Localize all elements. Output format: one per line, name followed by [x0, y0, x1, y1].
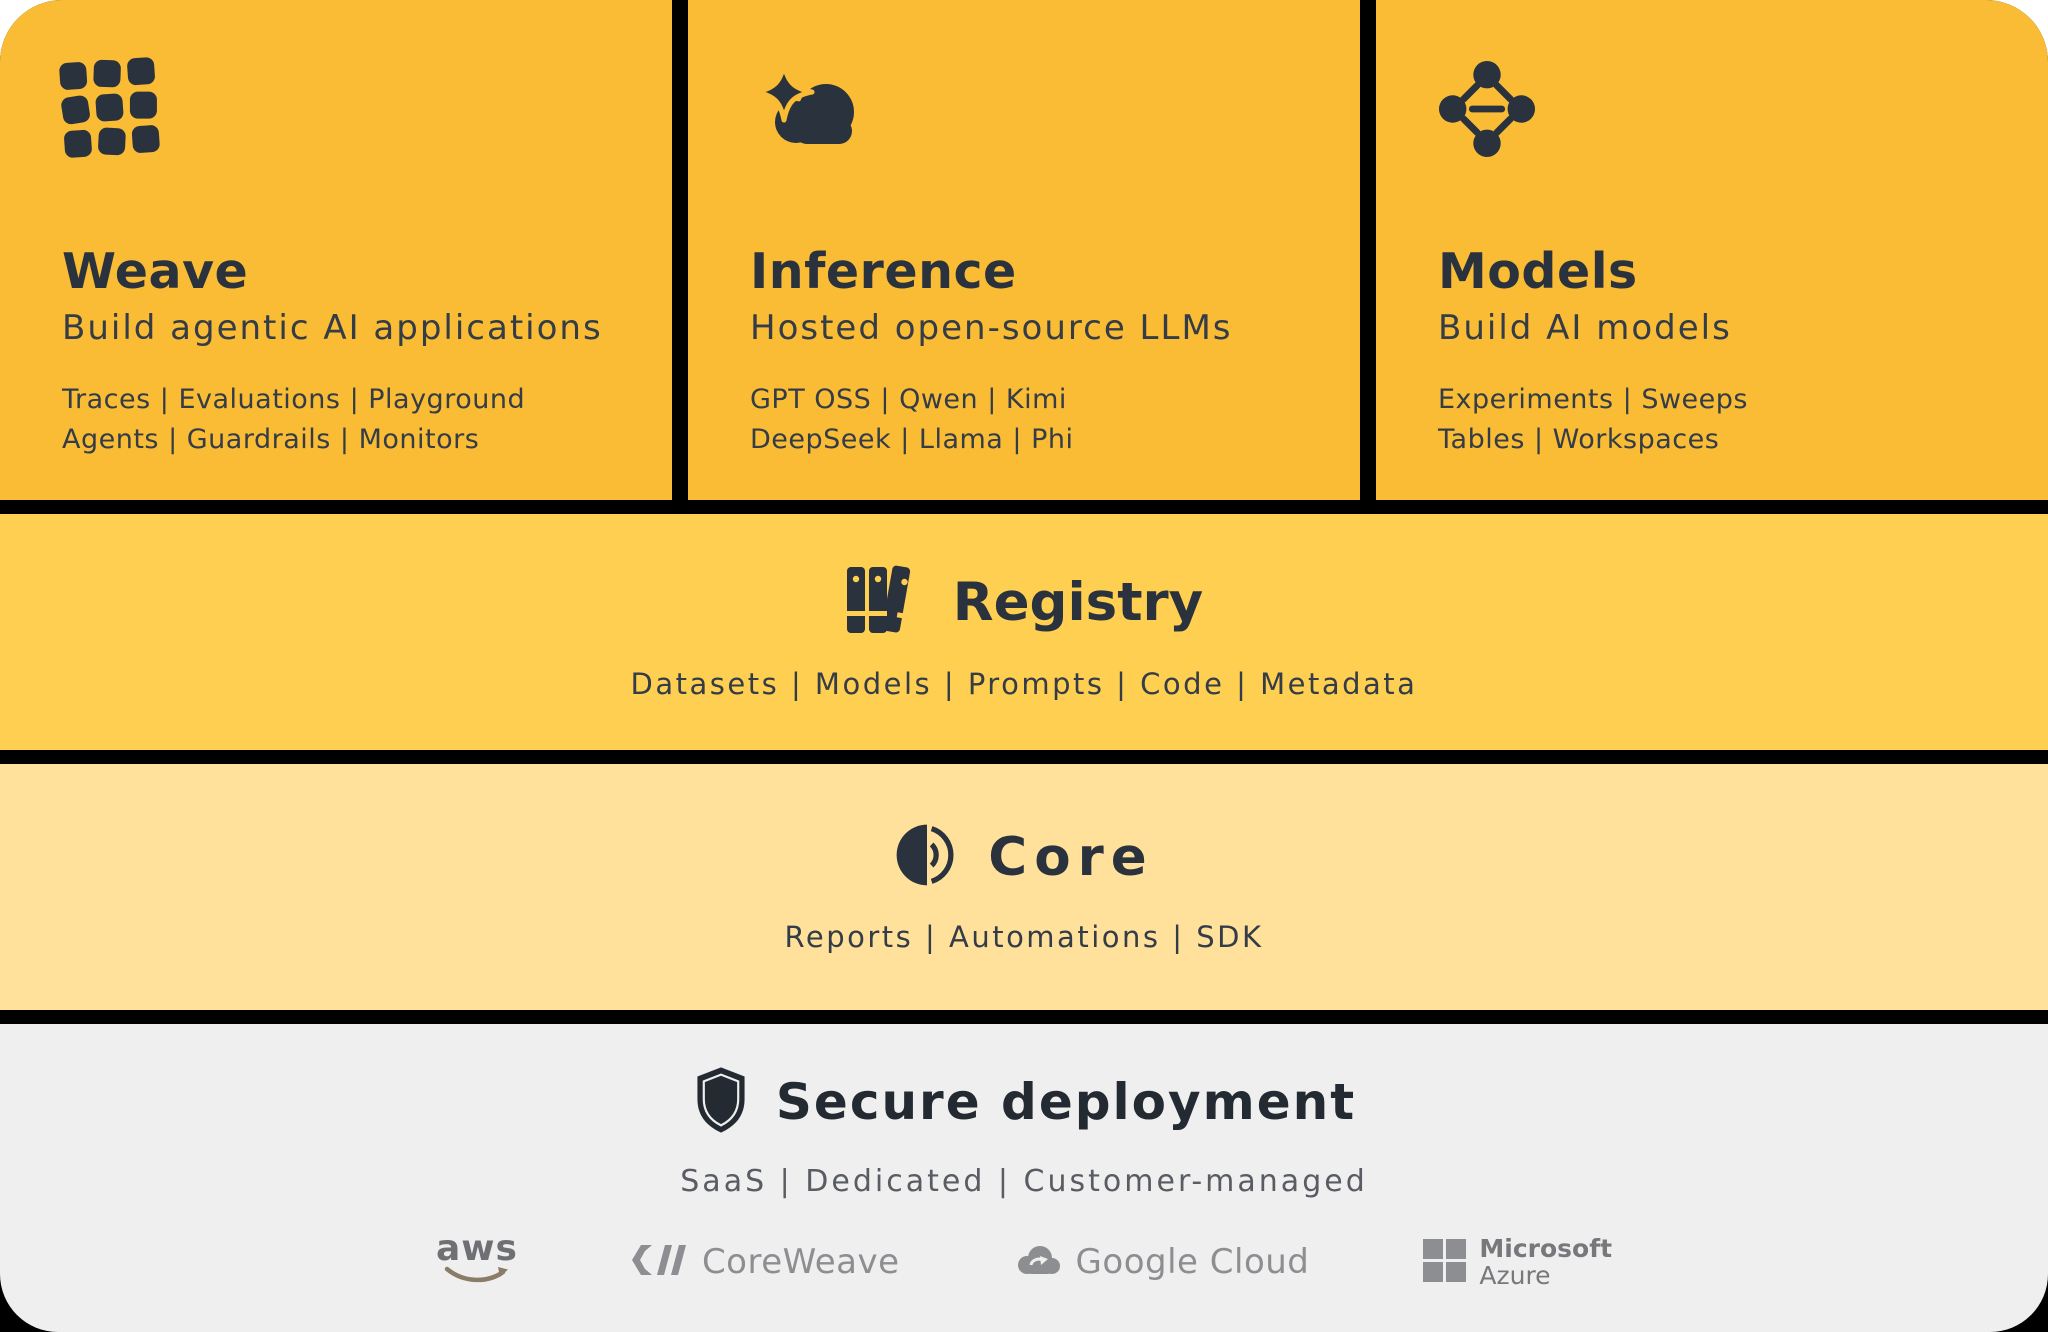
microsoft-squares-icon — [1421, 1237, 1467, 1287]
card-models: Models Build AI models Experiments | Swe… — [1376, 0, 2048, 500]
card-subtitle: Hosted open-source LLMs — [750, 308, 1320, 348]
card-inference: Inference Hosted open-source LLMs GPT OS… — [688, 0, 1360, 500]
feature-line: Experiments | Sweeps — [1438, 380, 2008, 420]
card-title: Models — [1438, 244, 2008, 300]
coreweave-logo-text: CoreWeave — [702, 1242, 900, 1282]
half-circle-arcs-icon — [894, 820, 960, 894]
products-row: Weave Build agentic AI applications Trac… — [0, 0, 2048, 500]
card-subtitle: Build AI models — [1438, 308, 2008, 348]
secure-header: Secure deployment — [692, 1064, 1356, 1140]
core-band: Core Reports | Automations | SDK — [0, 764, 2048, 1010]
card-title: Weave — [62, 244, 632, 300]
sparkle-cloud-icon — [750, 60, 1320, 158]
core-header: Core — [894, 820, 1153, 894]
secure-deployment-section: Secure deployment SaaS | Dedicated | Cus… — [0, 1024, 2048, 1332]
feature-line: Traces | Evaluations | Playground — [62, 380, 632, 420]
microsoft-azure-logo: Microsoft Azure — [1421, 1235, 1612, 1290]
secure-items: SaaS | Dedicated | Customer-managed — [680, 1164, 1367, 1199]
secure-title: Secure deployment — [776, 1073, 1356, 1131]
feature-line: Agents | Guardrails | Monitors — [62, 420, 632, 460]
google-cloud-logo-text: Google Cloud — [1076, 1242, 1310, 1282]
card-subtitle: Build agentic AI applications — [62, 308, 632, 348]
microsoft-label: Microsoft — [1479, 1235, 1612, 1263]
feature-line: Tables | Workspaces — [1438, 420, 2008, 460]
registry-band: Registry Datasets | Models | Prompts | C… — [0, 514, 2048, 750]
card-feature-list: Experiments | Sweeps Tables | Workspaces — [1438, 380, 2008, 460]
cloud-provider-logos: aws — [436, 1233, 1612, 1291]
registry-header: Registry — [845, 563, 1203, 641]
network-diamond-icon — [1438, 60, 2008, 158]
card-feature-list: GPT OSS | Qwen | Kimi DeepSeek | Llama |… — [750, 380, 1320, 460]
google-cloud-icon — [1012, 1241, 1064, 1283]
binders-icon — [845, 563, 925, 641]
aws-logo: aws — [436, 1233, 518, 1291]
core-items: Reports | Automations | SDK — [785, 920, 1264, 954]
product-stack-diagram: Weave Build agentic AI applications Trac… — [0, 0, 2048, 1332]
registry-items: Datasets | Models | Prompts | Code | Met… — [631, 667, 1418, 701]
aws-smile-icon — [444, 1266, 510, 1292]
feature-line: DeepSeek | Llama | Phi — [750, 420, 1320, 460]
card-weave: Weave Build agentic AI applications Trac… — [0, 0, 672, 500]
weave-grid-icon — [62, 60, 632, 158]
core-title: Core — [988, 827, 1153, 888]
aws-logo-text: aws — [436, 1233, 518, 1265]
registry-title: Registry — [953, 572, 1203, 633]
card-feature-list: Traces | Evaluations | Playground Agents… — [62, 380, 632, 460]
coreweave-logo: CoreWeave — [630, 1242, 900, 1282]
shield-icon — [692, 1064, 750, 1140]
feature-line: GPT OSS | Qwen | Kimi — [750, 380, 1320, 420]
azure-label: Azure — [1479, 1262, 1612, 1290]
google-cloud-logo: Google Cloud — [1012, 1241, 1310, 1283]
coreweave-mark-icon — [630, 1243, 690, 1281]
card-title: Inference — [750, 244, 1320, 300]
microsoft-azure-logo-text: Microsoft Azure — [1479, 1235, 1612, 1290]
